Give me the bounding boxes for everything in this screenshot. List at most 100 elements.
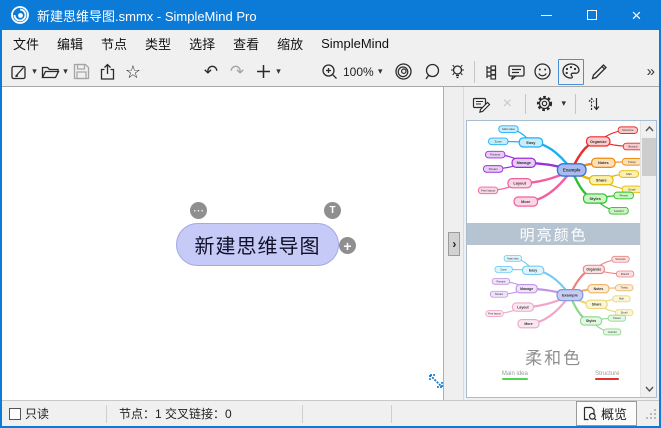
maximize-button[interactable] <box>569 0 614 30</box>
redo-icon: ↷ <box>230 63 244 80</box>
svg-text:Preset: Preset <box>613 316 621 320</box>
svg-text:Branch: Branch <box>629 144 638 148</box>
reorder-styles-button[interactable] <box>583 92 605 116</box>
main-area: ⋯ T 新建思维导图 + › × ▾ <box>2 87 659 400</box>
notes-button[interactable] <box>506 60 528 84</box>
panel-divider: › <box>444 87 464 400</box>
overview-icon <box>583 406 597 421</box>
spiral-focus-button[interactable] <box>393 60 415 84</box>
scroll-down-icon[interactable] <box>641 381 657 397</box>
menu-item-1[interactable]: 编辑 <box>48 30 92 57</box>
idea-bulb-button[interactable] <box>447 60 469 84</box>
svg-text:Stream: Stream <box>495 292 503 296</box>
menu-item-6[interactable]: 缩放 <box>268 30 312 57</box>
scrollbar-thumb[interactable] <box>642 138 656 176</box>
node-more-button[interactable]: ⋯ <box>190 202 207 219</box>
soft-style-thumbnail: Main ideaZoomEasyPresentStreamManageFree… <box>467 251 640 343</box>
svg-text:Free layout: Free layout <box>481 188 495 192</box>
menu-item-0[interactable]: 文件 <box>4 30 48 57</box>
delete-style-button[interactable]: × <box>496 92 518 116</box>
resize-grip[interactable] <box>645 408 657 420</box>
menu-item-3[interactable]: 类型 <box>136 30 180 57</box>
svg-text:Branch: Branch <box>621 272 630 276</box>
menu-item-2[interactable]: 节点 <box>92 30 136 57</box>
node-stats: 节点：1 交叉链接：0 <box>119 405 232 422</box>
emoji-button[interactable] <box>532 60 554 84</box>
svg-text:Styles: Styles <box>590 196 601 201</box>
toolbar-separator <box>474 61 475 83</box>
search-button[interactable] <box>421 60 443 84</box>
add-element-dropdown[interactable]: ▾ <box>274 66 283 77</box>
toolbar-overflow-button[interactable]: » <box>647 63 655 80</box>
svg-text:Main idea: Main idea <box>508 256 520 260</box>
readonly-checkbox[interactable] <box>9 408 21 420</box>
overview-button[interactable]: 概览 <box>576 401 637 426</box>
style-preview-partial[interactable]: Main idea Structure <box>467 369 640 387</box>
zoom-in-button[interactable] <box>319 60 341 84</box>
outline-view-button[interactable] <box>480 60 502 84</box>
svg-text:Present: Present <box>497 279 506 283</box>
svg-text:Example: Example <box>562 294 579 298</box>
new-document-dropdown[interactable]: ▾ <box>30 66 39 77</box>
close-button[interactable]: × <box>614 0 659 30</box>
menu-bar: 文件编辑节点类型选择查看缩放SimpleMind <box>2 30 659 57</box>
svg-text:Notes: Notes <box>594 287 604 291</box>
style-label-soft[interactable]: 柔和色 <box>467 343 640 369</box>
preview-scrollbar[interactable] <box>640 121 656 397</box>
svg-text:Colorful: Colorful <box>614 209 624 213</box>
style-settings-gear-button[interactable] <box>533 92 555 116</box>
new-document-button[interactable] <box>8 60 30 84</box>
share-button[interactable] <box>96 60 118 84</box>
close-icon: × <box>632 7 642 24</box>
redo-button[interactable]: ↷ <box>226 60 248 84</box>
svg-text:Main idea: Main idea <box>503 127 516 131</box>
undo-button[interactable]: ↶ <box>200 60 222 84</box>
style-preview-bright[interactable]: Main ideaZoomEasyPresentStreamManageFree… <box>467 121 640 245</box>
mindmap-canvas[interactable]: ⋯ T 新建思维导图 + <box>2 87 444 400</box>
svg-text:Email: Email <box>629 187 636 191</box>
node-add-child-button[interactable]: + <box>339 237 356 254</box>
svg-text:Manage: Manage <box>517 160 532 165</box>
minimize-button[interactable] <box>524 0 569 30</box>
style-label-bright[interactable]: 明亮颜色 <box>467 223 640 245</box>
svg-text:Twisty: Twisty <box>628 160 636 164</box>
style-preview-soft[interactable]: Main ideaZoomEasyPresentStreamManageFree… <box>467 251 640 369</box>
menu-item-7[interactable]: SimpleMind <box>312 32 398 55</box>
style-panel: × ▾ Main ideaZoomEasyPresentStreamManage… <box>464 87 659 400</box>
open-file-button[interactable] <box>39 60 61 84</box>
window-title: 新建思维导图.smmx - SimpleMind Pro <box>37 6 257 25</box>
svg-text:Organize: Organize <box>590 139 607 144</box>
favorites-star-button[interactable]: ☆ <box>122 60 144 84</box>
style-settings-dropdown[interactable]: ▾ <box>559 98 568 109</box>
format-painter-button[interactable] <box>588 60 610 84</box>
main-toolbar: ▾ ▾ ☆ ↶ ↷ ▾ 100% ▾ <box>2 57 659 87</box>
node-text-button[interactable]: T <box>324 202 341 219</box>
panel-toolbar-separator <box>575 94 576 114</box>
style-palette-button[interactable] <box>558 59 584 85</box>
central-topic-node[interactable]: 新建思维导图 <box>176 223 339 266</box>
edit-style-button[interactable] <box>470 92 492 116</box>
maximize-icon <box>587 10 597 20</box>
svg-text:Structure: Structure <box>622 128 634 132</box>
svg-text:Colorful: Colorful <box>608 330 617 334</box>
open-file-dropdown[interactable]: ▾ <box>61 66 70 77</box>
partial-node: Structure <box>595 371 619 380</box>
menu-item-5[interactable]: 查看 <box>224 30 268 57</box>
svg-text:Present: Present <box>491 153 501 157</box>
zoom-level[interactable]: 100% <box>341 65 376 79</box>
status-bar: 只读 节点：1 交叉链接：0 概览 <box>2 400 659 426</box>
add-element-button[interactable] <box>252 60 274 84</box>
save-button[interactable] <box>70 60 92 84</box>
collapse-panel-handle[interactable]: › <box>448 232 460 256</box>
style-preview-list: Main ideaZoomEasyPresentStreamManageFree… <box>466 120 657 398</box>
svg-text:Mail: Mail <box>619 297 624 301</box>
title-bar: 新建思维导图.smmx - SimpleMind Pro × <box>2 0 659 30</box>
svg-text:Notes: Notes <box>598 160 609 165</box>
bright-style-thumbnail: Main ideaZoomEasyPresentStreamManageFree… <box>467 121 640 223</box>
svg-text:Zoom: Zoom <box>495 139 503 143</box>
simplemind-logo-icon <box>10 5 30 25</box>
menu-item-4[interactable]: 选择 <box>180 30 224 57</box>
zoom-dropdown[interactable]: ▾ <box>376 66 385 77</box>
svg-text:Organize: Organize <box>587 268 602 272</box>
scroll-up-icon[interactable] <box>641 121 657 137</box>
